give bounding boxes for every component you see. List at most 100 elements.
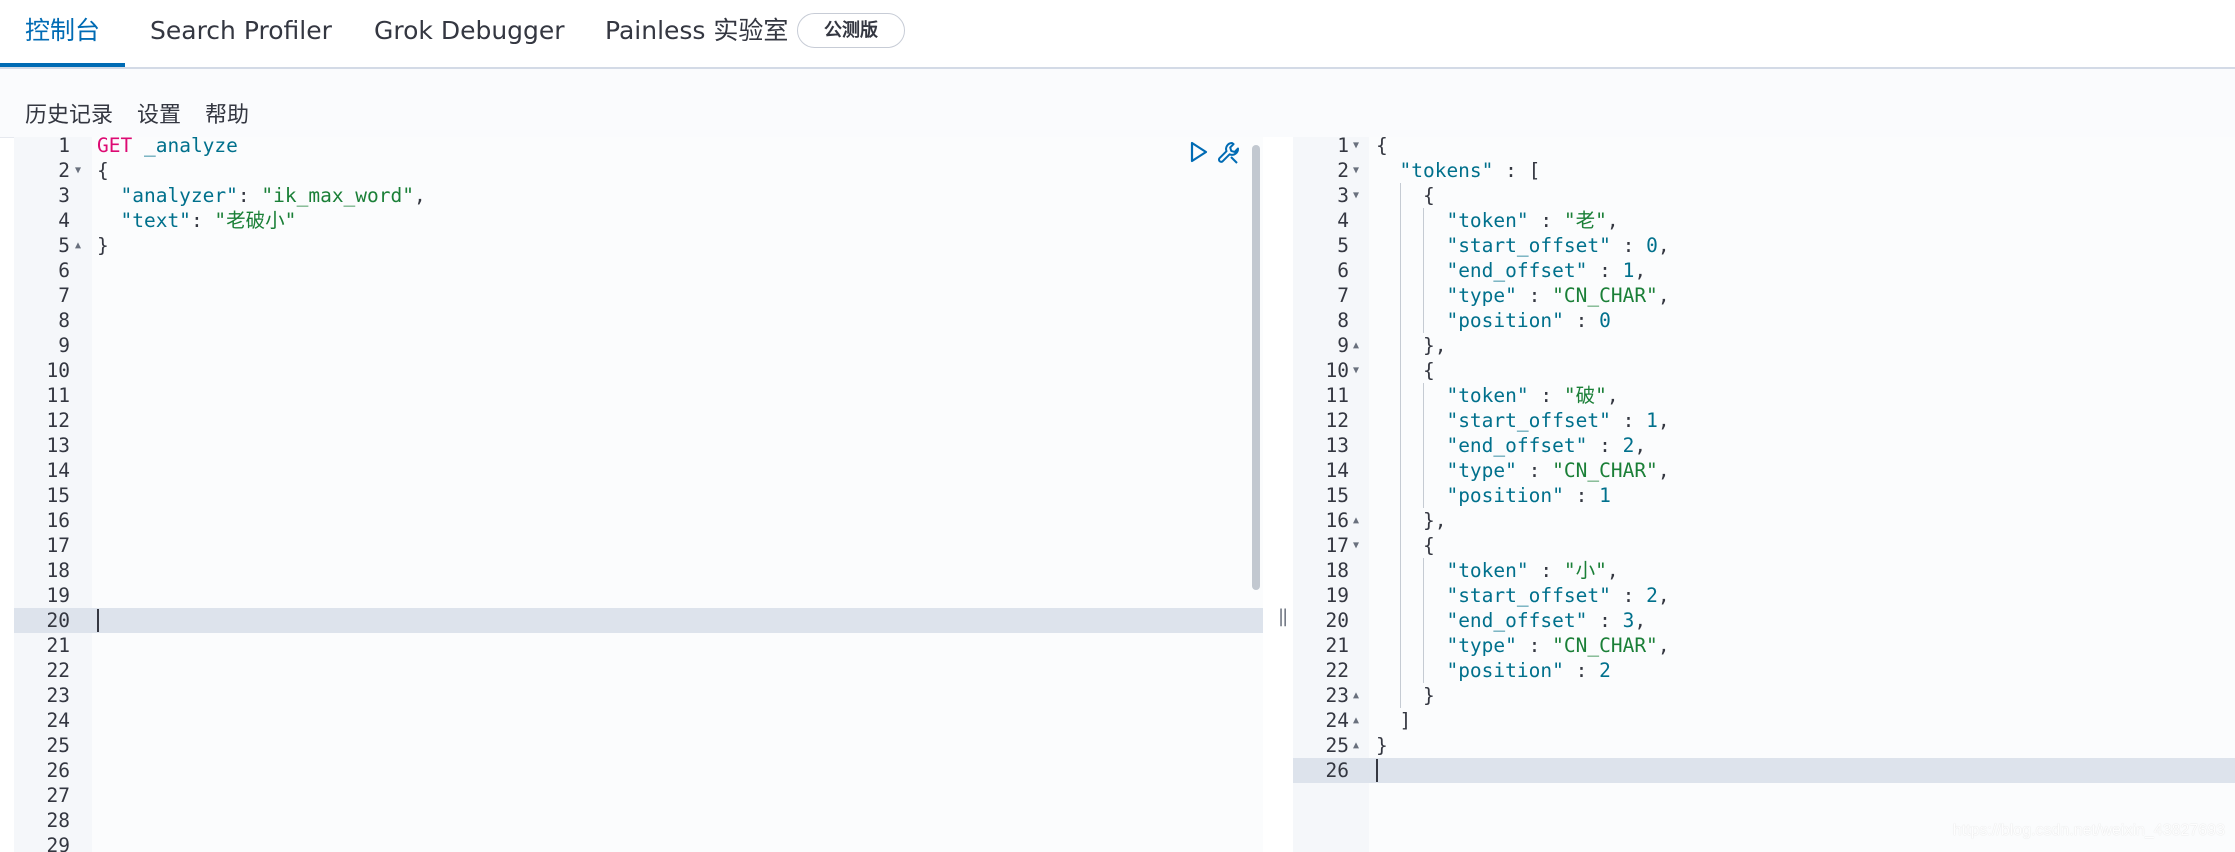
response-line-number: 18 [1325,559,1349,582]
fold-close-icon[interactable]: ▲ [1353,708,1365,733]
indent-guide [1423,383,1424,508]
fold-close-icon[interactable]: ▲ [75,233,87,258]
token-num: 2 [1599,659,1611,682]
history-link[interactable]: 历史记录 [25,97,113,129]
token-punc [1376,284,1446,307]
panel-resizer[interactable] [1263,137,1293,852]
token-key: "type" [1446,634,1517,657]
token-punc: : [1610,234,1647,257]
token-punc: { [1376,359,1435,382]
request-editor[interactable]: 1 2 3 4 5 6 7 8 9 10 11 12 13 14 15 16 17 18 19 20 21 22 23 24 2… [14,137,1263,852]
request-line-number: 22 [46,659,70,682]
token-punc: , [1606,209,1619,232]
response-code-line: "end_offset" : 2, [1376,433,1646,458]
response-code-line: { [1376,533,1435,558]
token-key: "type" [1446,284,1517,307]
resize-handle-icon[interactable]: || [1278,606,1288,627]
request-line-number: 29 [46,834,70,852]
request-code-line: "analyzer": "ik_max_word", [97,183,425,208]
fold-close-icon[interactable]: ▲ [1353,333,1365,358]
request-line-number: 26 [46,759,70,782]
response-code-line: "end_offset" : 1, [1376,258,1646,283]
fold-open-icon[interactable]: ▼ [1353,533,1365,558]
tab-console[interactable]: 控制台 [25,0,100,67]
token-punc: : [1610,584,1647,607]
token-punc [1376,309,1446,332]
fold-open-icon[interactable]: ▼ [1353,183,1365,208]
request-line-number: 15 [46,484,70,507]
fold-close-icon[interactable]: ▲ [1353,508,1365,533]
tab-grok-debugger[interactable]: Grok Debugger [374,0,565,67]
token-punc [1376,559,1446,582]
fold-open-icon[interactable]: ▼ [75,158,87,183]
response-line-number: 7 [1337,284,1349,307]
token-punc [1376,609,1446,632]
response-code-line: { [1376,137,1388,158]
tab-painless-lab[interactable]: Painless 实验室 [605,0,788,67]
token-punc: : [1528,209,1564,232]
response-editor: 1 2 3 4 5 6 7 8 9 10 11 12 13 14 15 16 17 18 19 20 21 22 23 24 2… [1293,137,2235,852]
token-str: "老" [1563,209,1607,232]
token-key: "end_offset" [1446,259,1588,282]
token-punc: : [1528,384,1564,407]
request-line-number: 7 [58,284,70,307]
response-line-number: 4 [1337,209,1349,232]
response-code-line: "end_offset" : 3, [1376,608,1646,633]
request-line-number: 6 [58,259,70,282]
response-code-line: "token" : "破", [1376,383,1619,408]
token-punc: , [1606,384,1619,407]
fold-open-icon[interactable]: ▼ [1353,358,1365,383]
token-punc [1376,384,1446,407]
request-line-number: 2 [58,159,70,182]
response-line-number: 17 [1325,534,1349,557]
request-line-number: 1 [58,137,70,157]
token-punc: : [1516,284,1553,307]
token-punc [1376,434,1446,457]
play-icon[interactable] [1188,140,1210,168]
settings-link[interactable]: 设置 [137,97,181,129]
token-key: "text" [120,209,191,232]
request-code-area[interactable] [92,137,1263,852]
token-punc: , [1657,284,1670,307]
token-punc: { [1376,137,1388,157]
token-str: "CN_CHAR" [1552,634,1658,657]
token-num: 2 [1622,434,1635,457]
token-num: 1 [1599,484,1611,507]
request-line-number: 14 [46,459,70,482]
token-punc: : [ [1493,159,1541,182]
request-scrollbar[interactable] [1252,145,1260,590]
response-line-number: 15 [1325,484,1349,507]
response-line-number: 12 [1325,409,1349,432]
token-num: 3 [1622,609,1635,632]
token-punc: , [1634,259,1647,282]
console-toolbar: 历史记录 设置 帮助 [0,69,2235,138]
token-punc: : [237,184,262,207]
token-key: "token" [1446,209,1529,232]
token-punc: : [1610,409,1647,432]
response-line-number: 19 [1325,584,1349,607]
wrench-icon[interactable] [1216,140,1242,170]
token-url: _analyze [143,137,238,157]
token-punc [1376,209,1446,232]
response-code-line: "type" : "CN_CHAR", [1376,283,1670,308]
request-line-number: 16 [46,509,70,532]
token-key: "end_offset" [1446,609,1588,632]
request-line-number: 3 [58,184,70,207]
token-punc: , [1606,559,1619,582]
fold-open-icon[interactable]: ▼ [1353,137,1365,158]
token-str: "小" [1563,559,1607,582]
token-punc: : [1516,634,1553,657]
token-str: "CN_CHAR" [1552,459,1658,482]
fold-close-icon[interactable]: ▲ [1353,683,1365,708]
token-num: 1 [1622,259,1635,282]
token-key: "tokens" [1399,159,1494,182]
request-line-number: 11 [46,384,70,407]
token-punc: { [97,159,109,182]
token-key: "start_offset" [1446,234,1611,257]
request-line-number: 8 [58,309,70,332]
help-link[interactable]: 帮助 [205,97,249,129]
indent-guide [1399,183,1401,708]
fold-open-icon[interactable]: ▼ [1353,158,1365,183]
tab-search-profiler[interactable]: Search Profiler [150,0,332,67]
fold-close-icon[interactable]: ▲ [1353,733,1365,758]
